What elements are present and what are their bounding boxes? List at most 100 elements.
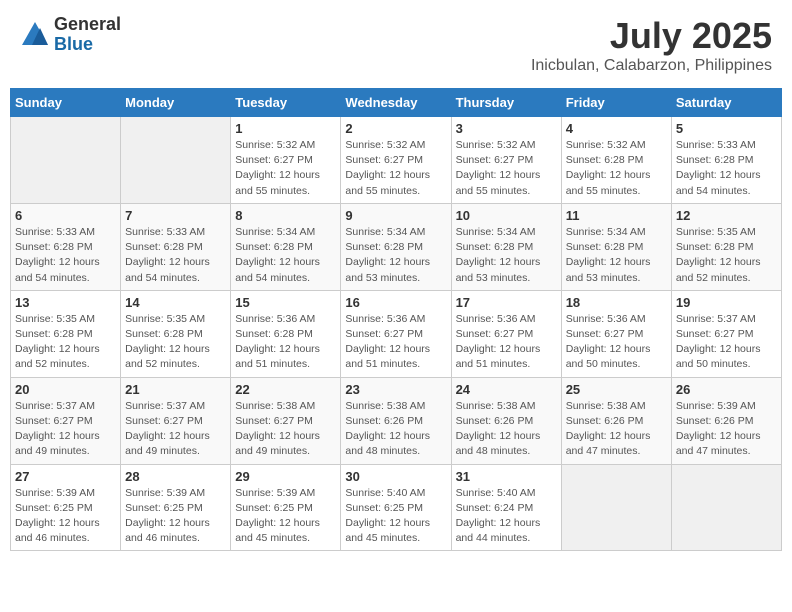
day-info: Sunrise: 5:32 AMSunset: 6:27 PMDaylight:… [456,138,557,199]
day-info: Sunrise: 5:38 AMSunset: 6:26 PMDaylight:… [456,399,557,460]
calendar-cell: 30 Sunrise: 5:40 AMSunset: 6:25 PMDayligh… [341,464,451,551]
day-info: Sunrise: 5:38 AMSunset: 6:26 PMDaylight:… [345,399,446,460]
day-number: 26 [676,382,777,397]
day-number: 29 [235,469,336,484]
day-info: Sunrise: 5:35 AMSunset: 6:28 PMDaylight:… [676,225,777,286]
day-info: Sunrise: 5:36 AMSunset: 6:28 PMDaylight:… [235,312,336,373]
day-number: 5 [676,121,777,136]
calendar-week-row: 20 Sunrise: 5:37 AMSunset: 6:27 PMDayligh… [11,377,782,464]
day-number: 24 [456,382,557,397]
day-number: 2 [345,121,446,136]
page-subtitle: Inicbulan, Calabarzon, Philippines [531,57,772,75]
day-info: Sunrise: 5:33 AMSunset: 6:28 PMDaylight:… [125,225,226,286]
calendar-cell: 20Sunrise: 5:37 AMSunset: 6:27 PMDayligh… [11,377,121,464]
calendar-week-row: 1 Sunrise: 5:32 AMSunset: 6:27 PMDaylight… [11,117,782,204]
day-info: Sunrise: 5:36 AMSunset: 6:27 PMDaylight:… [566,312,667,373]
day-info: Sunrise: 5:39 AMSunset: 6:25 PMDaylight:… [15,486,116,547]
calendar-cell: 24 Sunrise: 5:38 AMSunset: 6:26 PMDayligh… [451,377,561,464]
day-number: 28 [125,469,226,484]
day-number: 31 [456,469,557,484]
calendar-cell: 1Sunrise: 5:32 AMSunset: 6:27 PMDaylight… [231,117,341,204]
day-info: Sunrise: 5:33 AMSunset: 6:28 PMDaylight:… [676,138,777,199]
calendar-cell: 10 Sunrise: 5:34 AMSunset: 6:28 PMDayligh… [451,203,561,290]
day-info: Sunrise: 5:37 AMSunset: 6:27 PMDaylight:… [125,399,226,460]
day-number: 17 [456,295,557,310]
day-info: Sunrise: 5:35 AMSunset: 6:28 PMDaylight:… [15,312,116,373]
day-number: 3 [456,121,557,136]
day-info: Sunrise: 5:32 AMSunset: 6:27 PMDaylight:… [345,138,446,199]
calendar-week-row: 27 Sunrise: 5:39 AMSunset: 6:25 PMDayligh… [11,464,782,551]
day-number: 15 [235,295,336,310]
day-number: 19 [676,295,777,310]
calendar-cell: 13Sunrise: 5:35 AMSunset: 6:28 PMDayligh… [11,290,121,377]
calendar-cell: 15 Sunrise: 5:36 AMSunset: 6:28 PMDayligh… [231,290,341,377]
day-number: 10 [456,208,557,223]
day-number: 21 [125,382,226,397]
calendar-cell: 14Sunrise: 5:35 AMSunset: 6:28 PMDayligh… [121,290,231,377]
day-number: 18 [566,295,667,310]
title-block: July 2025 Inicbulan, Calabarzon, Philipp… [531,15,772,75]
logo-blue: Blue [54,35,121,55]
weekday-header: Tuesday [231,89,341,117]
day-info: Sunrise: 5:40 AMSunset: 6:24 PMDaylight:… [456,486,557,547]
day-info: Sunrise: 5:38 AMSunset: 6:26 PMDaylight:… [566,399,667,460]
day-info: Sunrise: 5:40 AMSunset: 6:25 PMDaylight:… [345,486,446,547]
day-info: Sunrise: 5:34 AMSunset: 6:28 PMDaylight:… [345,225,446,286]
page-title: July 2025 [531,15,772,57]
calendar-cell [121,117,231,204]
weekday-header: Friday [561,89,671,117]
calendar-cell: 7Sunrise: 5:33 AMSunset: 6:28 PMDaylight… [121,203,231,290]
page-header: General Blue July 2025 Inicbulan, Calaba… [10,10,782,80]
weekday-header: Sunday [11,89,121,117]
day-number: 9 [345,208,446,223]
calendar-week-row: 6 Sunrise: 5:33 AMSunset: 6:28 PMDaylight… [11,203,782,290]
day-info: Sunrise: 5:34 AMSunset: 6:28 PMDaylight:… [456,225,557,286]
day-number: 6 [15,208,116,223]
day-number: 20 [15,382,116,397]
day-number: 16 [345,295,446,310]
day-info: Sunrise: 5:39 AMSunset: 6:25 PMDaylight:… [125,486,226,547]
calendar-cell: 2 Sunrise: 5:32 AMSunset: 6:27 PMDaylight… [341,117,451,204]
calendar-cell: 5 Sunrise: 5:33 AMSunset: 6:28 PMDaylight… [671,117,781,204]
calendar-table: SundayMondayTuesdayWednesdayThursdayFrid… [10,88,782,551]
weekday-header: Thursday [451,89,561,117]
calendar-cell: 23 Sunrise: 5:38 AMSunset: 6:26 PMDayligh… [341,377,451,464]
day-number: 27 [15,469,116,484]
day-info: Sunrise: 5:34 AMSunset: 6:28 PMDaylight:… [566,225,667,286]
day-info: Sunrise: 5:36 AMSunset: 6:27 PMDaylight:… [456,312,557,373]
logo-general: General [54,15,121,35]
day-number: 22 [235,382,336,397]
calendar-cell [11,117,121,204]
calendar-cell: 11 Sunrise: 5:34 AMSunset: 6:28 PMDayligh… [561,203,671,290]
day-info: Sunrise: 5:35 AMSunset: 6:28 PMDaylight:… [125,312,226,373]
calendar-cell: 3 Sunrise: 5:32 AMSunset: 6:27 PMDaylight… [451,117,561,204]
calendar-cell: 19Sunrise: 5:37 AMSunset: 6:27 PMDayligh… [671,290,781,377]
day-info: Sunrise: 5:38 AMSunset: 6:27 PMDaylight:… [235,399,336,460]
calendar-cell: 25 Sunrise: 5:38 AMSunset: 6:26 PMDayligh… [561,377,671,464]
logo-text: General Blue [54,15,121,55]
calendar-cell: 12Sunrise: 5:35 AMSunset: 6:28 PMDayligh… [671,203,781,290]
day-number: 4 [566,121,667,136]
calendar-cell [561,464,671,551]
weekday-header: Saturday [671,89,781,117]
calendar-cell: 9 Sunrise: 5:34 AMSunset: 6:28 PMDaylight… [341,203,451,290]
day-number: 23 [345,382,446,397]
day-info: Sunrise: 5:34 AMSunset: 6:28 PMDaylight:… [235,225,336,286]
day-info: Sunrise: 5:39 AMSunset: 6:26 PMDaylight:… [676,399,777,460]
calendar-cell: 22 Sunrise: 5:38 AMSunset: 6:27 PMDayligh… [231,377,341,464]
calendar-cell: 27 Sunrise: 5:39 AMSunset: 6:25 PMDayligh… [11,464,121,551]
calendar-cell: 18 Sunrise: 5:36 AMSunset: 6:27 PMDayligh… [561,290,671,377]
logo: General Blue [20,15,121,55]
calendar-cell: 4Sunrise: 5:32 AMSunset: 6:28 PMDaylight… [561,117,671,204]
day-number: 11 [566,208,667,223]
calendar-cell: 16Sunrise: 5:36 AMSunset: 6:27 PMDayligh… [341,290,451,377]
calendar-cell: 28 Sunrise: 5:39 AMSunset: 6:25 PMDayligh… [121,464,231,551]
calendar-header-row: SundayMondayTuesdayWednesdayThursdayFrid… [11,89,782,117]
calendar-cell: 21 Sunrise: 5:37 AMSunset: 6:27 PMDayligh… [121,377,231,464]
day-number: 25 [566,382,667,397]
day-info: Sunrise: 5:39 AMSunset: 6:25 PMDaylight:… [235,486,336,547]
calendar-week-row: 13Sunrise: 5:35 AMSunset: 6:28 PMDayligh… [11,290,782,377]
day-number: 30 [345,469,446,484]
calendar-cell: 8Sunrise: 5:34 AMSunset: 6:28 PMDaylight… [231,203,341,290]
day-number: 1 [235,121,336,136]
